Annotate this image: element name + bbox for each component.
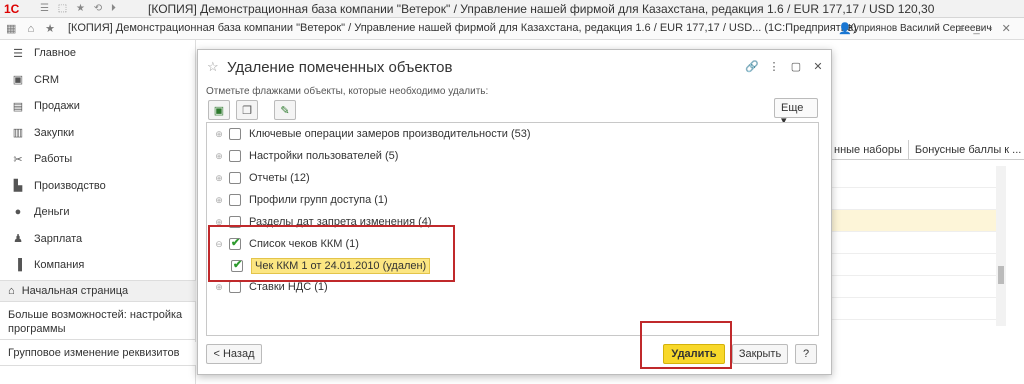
- sidebar-item-company[interactable]: ▐ Компания: [0, 252, 195, 279]
- sidebar-item-label: Деньги: [34, 206, 70, 219]
- close-button[interactable]: Закрыть: [732, 344, 788, 364]
- background-row[interactable]: [828, 276, 996, 298]
- sidebar-item-label: Производство: [34, 179, 106, 192]
- row-checkbox[interactable]: [229, 128, 241, 140]
- background-row[interactable]: [828, 166, 996, 188]
- sidebar-item-label: Зарплата: [34, 232, 83, 245]
- background-tabs: нные наборы Бонусные баллы к ...: [828, 140, 1024, 160]
- sidebar-item-production[interactable]: ▙ Производство: [0, 173, 195, 200]
- purchases-icon: ▥: [12, 127, 24, 140]
- row-checkbox[interactable]: [229, 150, 241, 162]
- sidebar-item-label: Продажи: [34, 100, 80, 113]
- star-icon[interactable]: ☆: [207, 59, 219, 75]
- back-button[interactable]: < Назад: [206, 344, 262, 364]
- background-row[interactable]: [828, 254, 996, 276]
- menu-icon: ☰: [13, 47, 23, 60]
- more-dropdown-button[interactable]: Еще ▾: [774, 98, 818, 127]
- background-scrollbar[interactable]: [996, 166, 1006, 326]
- tools-icon: ✂: [13, 153, 23, 166]
- sidebar-item-label: CRM: [34, 73, 60, 86]
- sidebar-item-sales[interactable]: ▤ Продажи: [0, 93, 195, 120]
- expand-icon[interactable]: ⊕: [213, 151, 225, 162]
- sidebar-more-features[interactable]: Больше возможностей: настройка программы: [0, 304, 196, 340]
- background-tab[interactable]: нные наборы: [828, 140, 909, 159]
- company-icon: ▐: [14, 259, 22, 272]
- pencil-icon: ✎: [280, 104, 290, 117]
- background-row[interactable]: [828, 232, 996, 254]
- close-icon[interactable]: ✕: [807, 60, 829, 73]
- uncheck-all-button[interactable]: ❐: [236, 100, 258, 120]
- tree-row-label: Ключевые операции замеров производительн…: [249, 128, 531, 140]
- tree-row-label: Ставки НДС (1): [249, 281, 328, 293]
- uncheck-all-icon: ❐: [242, 104, 252, 117]
- sidebar-item-crm[interactable]: ▣ CRM: [0, 67, 195, 94]
- app-logo: 1С: [4, 2, 20, 16]
- window-controls-icons[interactable]: ≡ _ ▫ ✕: [958, 22, 1014, 35]
- dialog-controls: 🔗 ⋮ ▢ ✕: [741, 60, 829, 73]
- sidebar-item-money[interactable]: ● Деньги: [0, 199, 195, 226]
- link-icon[interactable]: 🔗: [741, 60, 763, 73]
- app-bar: ▦ ⌂ ★ [КОПИЯ] Демонстрационная база комп…: [0, 18, 1024, 40]
- highlight-box: [208, 225, 455, 282]
- app-menu-icons[interactable]: ▦ ⌂ ★: [6, 22, 59, 35]
- sidebar-home[interactable]: ⌂ Начальная страница: [0, 280, 196, 302]
- sidebar-item-label: Работы: [34, 153, 73, 166]
- highlight-box: [640, 321, 732, 369]
- check-all-button[interactable]: ▣: [208, 100, 230, 120]
- background-row[interactable]: [828, 298, 996, 320]
- window-title: [КОПИЯ] Демонстрационная база компании "…: [148, 2, 935, 16]
- delete-marked-dialog: ☆ Удаление помеченных объектов 🔗 ⋮ ▢ ✕ Отме…: [197, 49, 832, 375]
- dialog-title: Удаление помеченных объектов: [227, 59, 453, 76]
- edit-button[interactable]: ✎: [274, 100, 296, 120]
- expand-icon[interactable]: ⊕: [213, 129, 225, 140]
- sidebar-item-salary[interactable]: ♟ Зарплата: [0, 226, 195, 253]
- sales-icon: ▤: [12, 100, 24, 113]
- money-icon: ●: [14, 206, 22, 219]
- check-all-icon: ▣: [213, 104, 225, 117]
- sidebar: ☰ Главное ▣ CRM ▤ Продажи ▥ Закупки ✂ Ра…: [0, 40, 196, 384]
- salary-icon: ♟: [13, 233, 23, 246]
- expand-icon[interactable]: ⊕: [213, 282, 225, 293]
- scrollbar-thumb[interactable]: [998, 266, 1004, 284]
- sidebar-item-works[interactable]: ✂ Работы: [0, 146, 195, 173]
- factory-icon: ▙: [13, 180, 23, 193]
- dialog-hint: Отметьте флажками объекты, которые необх…: [206, 86, 489, 97]
- expand-icon[interactable]: ⊕: [213, 173, 225, 184]
- tree-row[interactable]: ⊕ Ключевые операции замеров производител…: [207, 124, 531, 144]
- more-icon[interactable]: ⋮: [763, 60, 785, 73]
- home-label: Начальная страница: [21, 285, 129, 297]
- help-button[interactable]: ?: [795, 344, 817, 364]
- tree-row[interactable]: ⊕ Отчеты (12): [207, 168, 310, 188]
- background-tab[interactable]: Бонусные баллы к ...: [909, 140, 1024, 159]
- row-checkbox[interactable]: [229, 172, 241, 184]
- sidebar-item-label: Главное: [34, 47, 77, 60]
- row-checkbox[interactable]: [229, 281, 241, 293]
- background-row[interactable]: [828, 210, 996, 232]
- sidebar-item-purchases[interactable]: ▥ Закупки: [0, 120, 195, 147]
- sidebar-item-main[interactable]: ☰ Главное: [0, 40, 195, 67]
- background-row[interactable]: [828, 188, 996, 210]
- crm-icon: ▣: [12, 74, 24, 87]
- app-title: [КОПИЯ] Демонстрационная база компании "…: [68, 22, 857, 34]
- titlebar-icons: ☰ ⬚ ★ ⟲ ⏵: [40, 3, 119, 14]
- tree-row-label: Настройки пользователей (5): [249, 150, 399, 162]
- window-titlebar: 1С ☰ ⬚ ★ ⟲ ⏵ [КОПИЯ] Демонстрационная ба…: [0, 0, 1024, 18]
- row-checkbox[interactable]: [229, 194, 241, 206]
- expand-icon[interactable]: ⊕: [213, 195, 225, 206]
- home-icon: ⌂: [8, 285, 15, 297]
- more-label: Еще: [781, 102, 804, 114]
- sidebar-group-edit[interactable]: Групповое изменение реквизитов: [0, 342, 196, 366]
- sidebar-item-label: Компания: [34, 259, 85, 272]
- dialog-header: ☆ Удаление помеченных объектов 🔗 ⋮ ▢ ✕: [198, 50, 831, 84]
- tree-row[interactable]: ⊕ Профили групп доступа (1): [207, 190, 388, 210]
- tree-row[interactable]: ⊕ Настройки пользователей (5): [207, 146, 398, 166]
- sidebar-item-label: Закупки: [34, 126, 75, 139]
- tree-row-label: Профили групп доступа (1): [249, 194, 388, 206]
- tree-row-label: Отчеты (12): [249, 172, 310, 184]
- maximize-icon[interactable]: ▢: [785, 60, 807, 73]
